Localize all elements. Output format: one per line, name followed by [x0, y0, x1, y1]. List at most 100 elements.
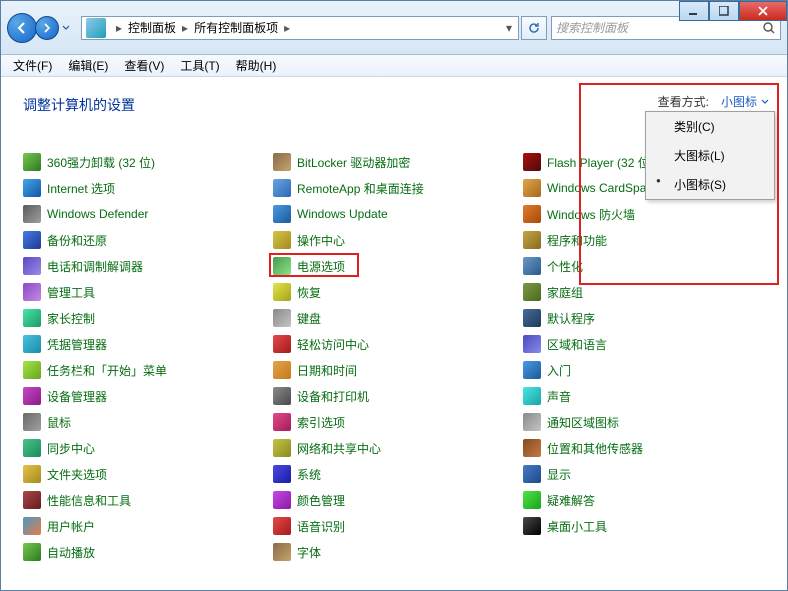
cp-item-icon	[523, 309, 541, 327]
cp-item-label: 入门	[547, 362, 571, 379]
content-area: 调整计算机的设置 查看方式: 小图标 类别(C) 大图标(L) 小图标(S) 3…	[1, 77, 787, 590]
nav-buttons	[7, 13, 73, 43]
refresh-button[interactable]	[521, 16, 547, 40]
cp-item-icon	[23, 153, 41, 171]
cp-item[interactable]: 设备管理器	[23, 387, 265, 405]
cp-item[interactable]: BitLocker 驱动器加密	[273, 153, 515, 171]
cp-item-icon	[523, 153, 541, 171]
close-button[interactable]	[739, 1, 787, 21]
cp-item[interactable]: 程序和功能	[523, 231, 765, 249]
cp-item[interactable]: 语音识别	[273, 517, 515, 535]
minimize-button[interactable]	[679, 1, 709, 21]
cp-item[interactable]: Windows Defender	[23, 205, 265, 223]
cp-item[interactable]: 疑难解答	[523, 491, 765, 509]
cp-item[interactable]: 区域和语言	[523, 335, 765, 353]
back-button[interactable]	[7, 13, 37, 43]
dropdown-category[interactable]: 类别(C)	[646, 112, 774, 141]
cp-item-label: BitLocker 驱动器加密	[297, 154, 410, 171]
cp-item-label: RemoteApp 和桌面连接	[297, 180, 424, 197]
titlebar: ▸ 控制面板 ▸ 所有控制面板项 ▸ ▾ 搜索控制面板	[1, 1, 787, 55]
cp-item[interactable]: 备份和还原	[23, 231, 265, 249]
cp-item-icon	[523, 231, 541, 249]
cp-item-icon	[23, 413, 41, 431]
cp-item-icon	[273, 543, 291, 561]
cp-item[interactable]: 电话和调制解调器	[23, 257, 265, 275]
breadcrumb-sep[interactable]: ▸	[176, 21, 194, 35]
cp-item-label: 电源选项	[297, 258, 345, 275]
cp-item[interactable]: 家长控制	[23, 309, 265, 327]
breadcrumb-all-items[interactable]: 所有控制面板项	[194, 19, 278, 36]
menu-edit[interactable]: 编辑(E)	[60, 55, 116, 76]
cp-item-label: Windows CardSpace	[547, 181, 659, 195]
breadcrumb-sep[interactable]: ▸	[278, 21, 296, 35]
cp-item[interactable]: 个性化	[523, 257, 765, 275]
dropdown-small-icons[interactable]: 小图标(S)	[646, 170, 774, 199]
cp-item[interactable]: 360强力卸载 (32 位)	[23, 153, 265, 171]
cp-item[interactable]: RemoteApp 和桌面连接	[273, 179, 515, 197]
cp-item-label: Internet 选项	[47, 180, 115, 197]
cp-item-icon	[273, 413, 291, 431]
cp-item-icon	[273, 309, 291, 327]
cp-item-label: 轻松访问中心	[297, 336, 369, 353]
cp-item-icon	[23, 283, 41, 301]
cp-item[interactable]: 同步中心	[23, 439, 265, 457]
cp-item-icon	[273, 465, 291, 483]
cp-item-icon	[23, 387, 41, 405]
cp-item[interactable]: 桌面小工具	[523, 517, 765, 535]
cp-item-label: 日期和时间	[297, 362, 357, 379]
cp-item[interactable]: 入门	[523, 361, 765, 379]
cp-item[interactable]: 性能信息和工具	[23, 491, 265, 509]
cp-item[interactable]: 电源选项	[273, 257, 515, 275]
cp-item[interactable]: 显示	[523, 465, 765, 483]
dropdown-large-icons[interactable]: 大图标(L)	[646, 141, 774, 170]
address-bar[interactable]: ▸ 控制面板 ▸ 所有控制面板项 ▸ ▾	[81, 16, 519, 40]
cp-item[interactable]: 凭据管理器	[23, 335, 265, 353]
cp-item[interactable]: 位置和其他传感器	[523, 439, 765, 457]
cp-item[interactable]: 默认程序	[523, 309, 765, 327]
cp-item[interactable]: Windows 防火墙	[523, 205, 765, 223]
cp-item[interactable]: 轻松访问中心	[273, 335, 515, 353]
cp-item[interactable]: 声音	[523, 387, 765, 405]
cp-item-icon	[523, 205, 541, 223]
cp-item[interactable]: 字体	[273, 543, 515, 561]
cp-item[interactable]: 鼠标	[23, 413, 265, 431]
cp-item[interactable]: 日期和时间	[273, 361, 515, 379]
cp-item-label: 位置和其他传感器	[547, 440, 643, 457]
cp-item[interactable]: 自动播放	[23, 543, 265, 561]
view-by-dropdown[interactable]: 小图标	[715, 91, 775, 112]
menu-view[interactable]: 查看(V)	[116, 55, 172, 76]
cp-item[interactable]: 文件夹选项	[23, 465, 265, 483]
cp-item-icon	[23, 335, 41, 353]
menu-help[interactable]: 帮助(H)	[228, 55, 285, 76]
cp-item-icon	[523, 413, 541, 431]
nav-history-dropdown[interactable]	[59, 24, 73, 32]
breadcrumb-control-panel[interactable]: 控制面板	[128, 19, 176, 36]
cp-item[interactable]: 操作中心	[273, 231, 515, 249]
cp-item[interactable]: 键盘	[273, 309, 515, 327]
cp-item-label: 桌面小工具	[547, 518, 607, 535]
cp-item[interactable]: 通知区域图标	[523, 413, 765, 431]
cp-item[interactable]: 设备和打印机	[273, 387, 515, 405]
cp-item[interactable]: 恢复	[273, 283, 515, 301]
maximize-button[interactable]	[709, 1, 739, 21]
cp-item[interactable]: Internet 选项	[23, 179, 265, 197]
cp-item[interactable]: 索引选项	[273, 413, 515, 431]
cp-item-icon	[23, 231, 41, 249]
menu-tools[interactable]: 工具(T)	[172, 55, 227, 76]
cp-item[interactable]: 用户帐户	[23, 517, 265, 535]
address-dropdown[interactable]: ▾	[500, 21, 518, 35]
cp-item-icon	[523, 491, 541, 509]
cp-item[interactable]: 家庭组	[523, 283, 765, 301]
cp-item-label: 鼠标	[47, 414, 71, 431]
forward-button[interactable]	[35, 16, 59, 40]
cp-item[interactable]: 管理工具	[23, 283, 265, 301]
cp-item[interactable]: Windows Update	[273, 205, 515, 223]
cp-item[interactable]: 颜色管理	[273, 491, 515, 509]
breadcrumb-sep[interactable]: ▸	[110, 21, 128, 35]
menu-file[interactable]: 文件(F)	[5, 55, 60, 76]
search-icon	[762, 21, 776, 35]
cp-item[interactable]: 任务栏和「开始」菜单	[23, 361, 265, 379]
cp-item-label: 区域和语言	[547, 336, 607, 353]
cp-item[interactable]: 系统	[273, 465, 515, 483]
cp-item[interactable]: 网络和共享中心	[273, 439, 515, 457]
